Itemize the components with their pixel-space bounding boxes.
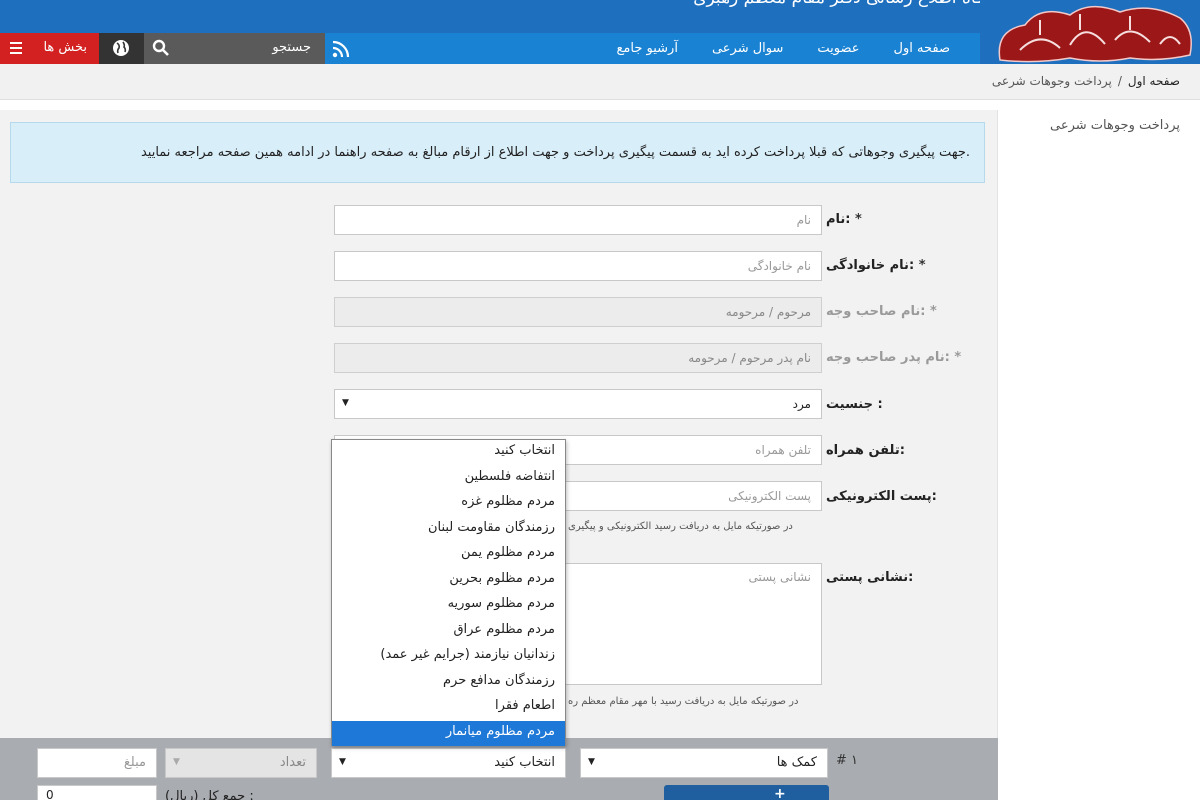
dropdown-option[interactable]: زندانیان نیازمند (جرایم غیر عمد) xyxy=(332,644,565,670)
gender-select[interactable]: مرد ▼ xyxy=(334,389,822,419)
total-label: جمع کل (ریال) : xyxy=(165,789,254,800)
breadcrumb-current: پرداخت وجوهات شرعی xyxy=(991,74,1112,88)
dropdown-option[interactable]: اطعام فقرا xyxy=(332,695,565,721)
last-name-label: نام خانوادگی: * xyxy=(826,258,926,273)
nav-item-home[interactable]: صفحه اول xyxy=(894,41,950,56)
globe-icon xyxy=(113,40,129,56)
category-select[interactable]: کمک ها ▼ xyxy=(580,748,828,778)
dropdown-option[interactable]: مردم مظلوم یمن xyxy=(332,542,565,568)
dropdown-option[interactable]: انتفاضه فلسطین xyxy=(332,466,565,492)
required-mark: * xyxy=(918,258,926,273)
search-icon[interactable] xyxy=(152,39,170,57)
side-title: پرداخت وجوهات شرعی xyxy=(1050,118,1180,133)
dropdown-option[interactable]: مردم مظلوم بحرین xyxy=(332,568,565,594)
count-placeholder: تعداد xyxy=(279,755,306,770)
subcategory-select[interactable]: انتخاب کنید ▼ xyxy=(331,748,566,778)
dropdown-option[interactable]: انتخاب کنید xyxy=(332,440,565,466)
owner-name-label: نام صاحب وجه: * xyxy=(826,304,937,319)
owner-father-label: نام پدر صاحب وجه: * xyxy=(826,350,962,365)
first-name-label: نام: * xyxy=(826,212,862,227)
caret-down-icon: ▼ xyxy=(588,757,595,767)
caret-down-icon: ▼ xyxy=(173,757,180,767)
hamburger-icon xyxy=(10,42,22,54)
search-box[interactable]: جستجو xyxy=(144,33,325,64)
breadcrumb: صفحه اول / پرداخت وجوهات شرعی xyxy=(0,64,1200,100)
search-label: جستجو xyxy=(272,40,311,55)
email-hint: در صورتیکه مایل به دریافت رسید الکترونیک… xyxy=(568,521,793,532)
nav-item-membership[interactable]: عضویت xyxy=(817,41,859,56)
plus-icon: + xyxy=(774,786,786,800)
subcategory-dropdown-list[interactable]: انتخاب کنید انتفاضه فلسطین مردم مظلوم غز… xyxy=(331,439,566,746)
required-mark: * xyxy=(929,304,937,319)
info-box: جهت پیگیری وجوهاتی که قبلا پرداخت کرده ا… xyxy=(10,122,985,183)
calligraphy-logo[interactable] xyxy=(980,0,1200,64)
row-number: # ۱ xyxy=(836,753,859,768)
first-name-input[interactable]: نام xyxy=(334,205,822,235)
required-mark: * xyxy=(954,350,962,365)
email-label: پست الکترونیکی: xyxy=(826,489,937,504)
info-text: جهت پیگیری وجوهاتی که قبلا پرداخت کرده ا… xyxy=(140,145,970,160)
language-button[interactable] xyxy=(99,33,144,64)
total-field: 0 xyxy=(37,785,157,800)
dropdown-option[interactable]: رزمندگان مقاومت لبنان xyxy=(332,517,565,543)
caret-down-icon: ▼ xyxy=(342,398,349,408)
caret-down-icon: ▼ xyxy=(339,757,346,767)
required-mark: * xyxy=(855,212,862,227)
dropdown-option[interactable]: مردم مظلوم عراق xyxy=(332,619,565,645)
amount-input[interactable]: مبلغ xyxy=(37,748,157,778)
owner-name-input[interactable]: مرحوم / مرحومه xyxy=(334,297,822,327)
add-item-button[interactable]: + xyxy=(664,785,829,800)
nav-item-religious-question[interactable]: سوال شرعی xyxy=(712,41,783,56)
sections-button[interactable]: بخش ها xyxy=(0,33,99,64)
gender-value: مرد xyxy=(792,397,811,411)
breadcrumb-home[interactable]: صفحه اول xyxy=(1128,74,1180,88)
nav-item-archive[interactable]: آرشیو جامع xyxy=(617,41,678,56)
dropdown-option[interactable]: مردم مظلوم غزه xyxy=(332,491,565,517)
dropdown-option-highlighted[interactable]: مردم مظلوم میانمار xyxy=(332,720,565,746)
gender-label: جنسیت : xyxy=(826,397,883,412)
count-select[interactable]: تعداد ▼ xyxy=(165,748,317,778)
category-value: کمک ها xyxy=(776,755,817,770)
address-label: نشانی پستی: xyxy=(826,570,914,585)
site-title: پایگاه اطلاع رسانی دفتر مقام معظم رهبری xyxy=(693,0,1000,8)
dropdown-option[interactable]: رزمندگان مدافع حرم xyxy=(332,670,565,696)
rss-icon[interactable] xyxy=(332,40,350,58)
subcategory-value: انتخاب کنید xyxy=(494,755,555,770)
address-hint: در صورتیکه مایل به دریافت رسید با مهر مق… xyxy=(568,696,799,707)
dropdown-option[interactable]: مردم مظلوم سوریه xyxy=(332,593,565,619)
owner-father-input[interactable]: نام پدر مرحوم / مرحومه xyxy=(334,343,822,373)
breadcrumb-separator: / xyxy=(1117,74,1122,88)
sections-label: بخش ها xyxy=(43,40,87,55)
phone-label: تلفن همراه: xyxy=(826,443,905,458)
last-name-input[interactable]: نام خانوادگی xyxy=(334,251,822,281)
